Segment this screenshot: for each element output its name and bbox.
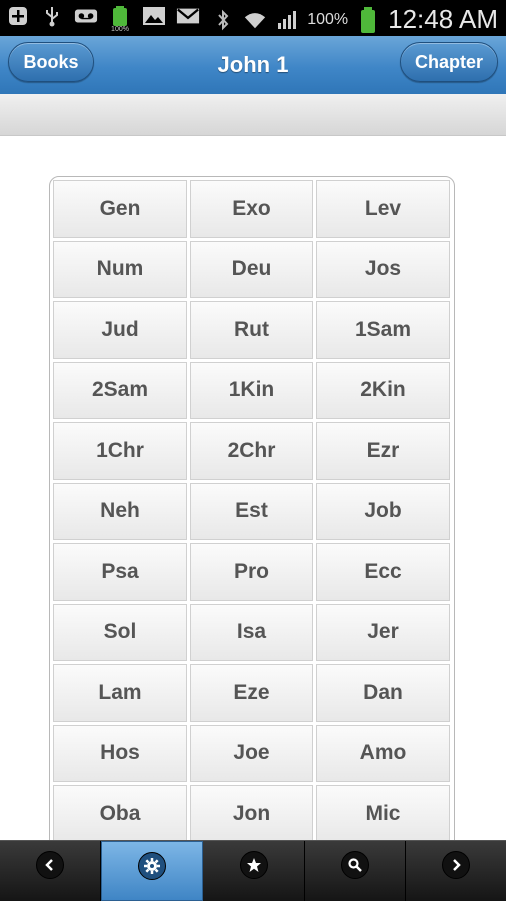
book-button[interactable]: Lam xyxy=(53,664,187,722)
book-button[interactable]: Pro xyxy=(190,543,313,601)
book-button[interactable]: Ecc xyxy=(316,543,450,601)
plus-icon xyxy=(6,4,30,28)
book-button[interactable]: Jer xyxy=(316,603,450,661)
battery-small-icon: 100% xyxy=(108,4,132,33)
book-button[interactable]: Est xyxy=(190,482,313,540)
tab-bookmarks[interactable] xyxy=(203,841,305,901)
book-button[interactable]: Amo xyxy=(316,724,450,782)
search-icon xyxy=(340,851,369,879)
chevron-right-icon xyxy=(441,851,470,879)
gmail-icon xyxy=(176,4,200,28)
voicemail-icon xyxy=(74,4,98,28)
app-header: Books John 1 Chapter xyxy=(0,36,506,95)
book-button[interactable]: 2Chr xyxy=(190,422,313,480)
battery-percent: 100% xyxy=(307,10,349,28)
tab-search[interactable] xyxy=(305,841,406,901)
sub-toolbar xyxy=(0,94,506,136)
book-button[interactable]: Isa xyxy=(190,603,313,661)
book-button[interactable]: 2Sam xyxy=(53,361,187,419)
book-button[interactable]: Gen xyxy=(53,180,187,238)
chapter-button[interactable]: Chapter xyxy=(400,42,498,82)
book-button[interactable]: Lev xyxy=(316,180,450,238)
book-button[interactable]: Psa xyxy=(53,543,187,601)
book-button[interactable]: Hos xyxy=(53,724,187,782)
book-button[interactable]: Oba xyxy=(53,785,187,843)
signal-icon xyxy=(275,8,299,32)
image-icon xyxy=(142,4,166,28)
book-button[interactable]: Deu xyxy=(190,240,313,298)
book-button[interactable]: Ezr xyxy=(316,422,450,480)
tab-previous[interactable] xyxy=(0,841,102,901)
book-button[interactable]: Neh xyxy=(53,482,187,540)
usb-icon xyxy=(40,4,64,28)
chevron-left-icon xyxy=(36,851,65,879)
book-button[interactable]: Jud xyxy=(53,301,187,359)
gear-icon xyxy=(138,852,167,880)
book-button[interactable]: Joe xyxy=(190,724,313,782)
status-icons-right: 100% 12:48 AM xyxy=(211,4,498,35)
book-button[interactable]: Jon xyxy=(190,785,313,843)
books-grid-container: Gen Exo Lev Num Deu Jos Jud Rut 1Sam 2Sa… xyxy=(49,176,455,858)
books-grid: Gen Exo Lev Num Deu Jos Jud Rut 1Sam 2Sa… xyxy=(53,180,450,843)
book-button[interactable]: Rut xyxy=(190,301,313,359)
bottom-tab-bar xyxy=(0,840,506,901)
tab-next[interactable] xyxy=(406,841,506,901)
battery-small-label: 100% xyxy=(111,26,129,33)
book-button[interactable]: 1Sam xyxy=(316,301,450,359)
bluetooth-icon xyxy=(211,8,235,32)
book-button[interactable]: 2Kin xyxy=(316,361,450,419)
book-button[interactable]: Jos xyxy=(316,240,450,298)
book-button[interactable]: Sol xyxy=(53,603,187,661)
clock: 12:48 AM xyxy=(388,4,498,34)
book-button[interactable]: Job xyxy=(316,482,450,540)
battery-icon xyxy=(356,6,380,33)
tab-settings[interactable] xyxy=(101,841,204,901)
book-button[interactable]: Num xyxy=(53,240,187,298)
book-button[interactable]: Eze xyxy=(190,664,313,722)
book-button[interactable]: Mic xyxy=(316,785,450,843)
book-button[interactable]: Exo xyxy=(190,180,313,238)
book-button[interactable]: 1Chr xyxy=(53,422,187,480)
status-icons-left: 100% xyxy=(6,4,200,33)
book-button[interactable]: 1Kin xyxy=(190,361,313,419)
book-button[interactable]: Dan xyxy=(316,664,450,722)
status-bar: 100% 100% 12:48 AM xyxy=(0,0,506,36)
star-icon xyxy=(239,851,268,879)
wifi-icon xyxy=(243,8,267,32)
